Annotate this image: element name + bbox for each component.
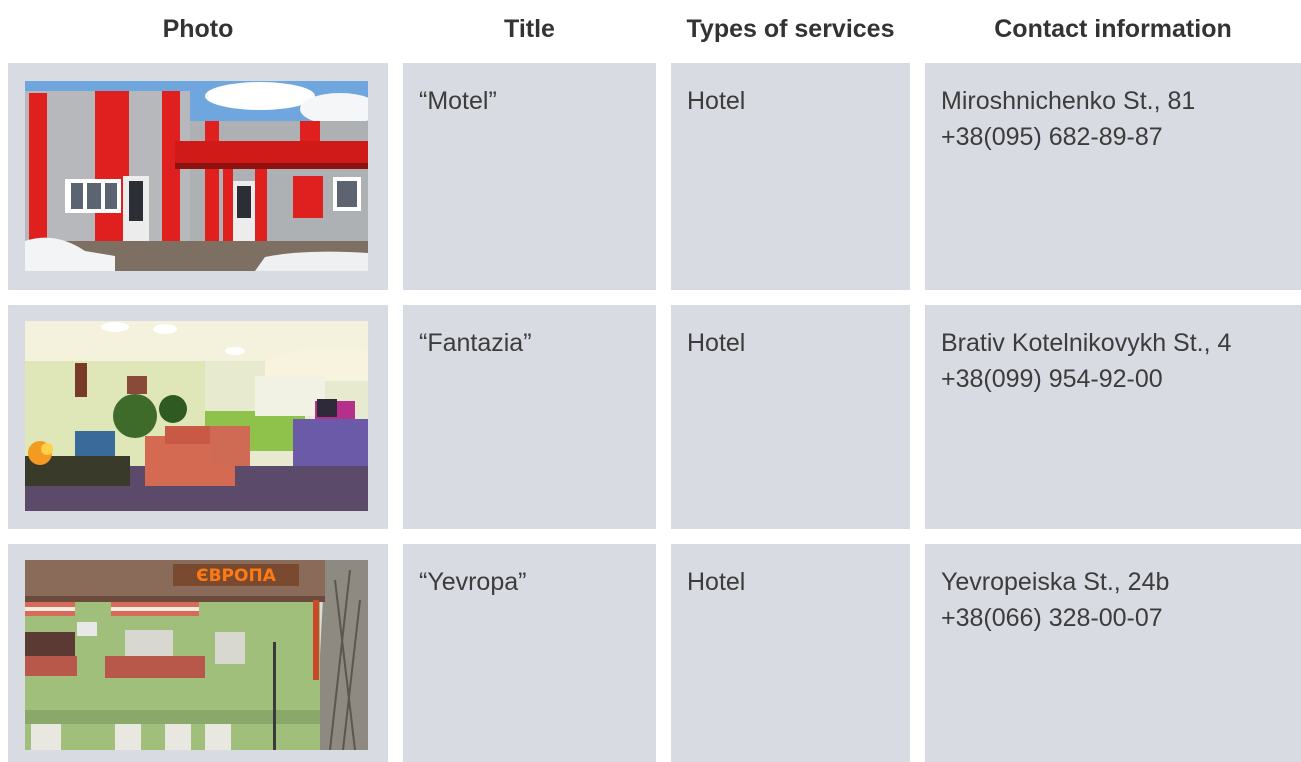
contact-phone: +38(066) 328-00-07 xyxy=(941,604,1163,632)
service-type: Hotel xyxy=(687,329,746,357)
table-row-contact-cell: Brativ Kotelnikovykh St., 4 +38(099) 954… xyxy=(925,305,1301,529)
hotel-title: “Motel” xyxy=(419,87,497,115)
motel-photo xyxy=(25,81,368,271)
header-services: Types of services xyxy=(686,14,895,43)
table-row-services-cell: Hotel xyxy=(671,544,910,762)
hotel-title: “Yevropa” xyxy=(419,568,527,596)
contact-address: Miroshnichenko St., 81 xyxy=(941,87,1196,115)
service-type: Hotel xyxy=(687,87,746,115)
header-photo: Photo xyxy=(162,14,234,43)
table-row-title-cell: “Yevropa” xyxy=(403,544,656,762)
table-row-services-cell: Hotel xyxy=(671,305,910,529)
hotel-title: “Fantazia” xyxy=(419,329,532,357)
contact-address: Yevropeiska St., 24b xyxy=(941,568,1170,596)
yevropa-photo: ЄВРОПА xyxy=(25,560,368,750)
contact-address: Brativ Kotelnikovykh St., 4 xyxy=(941,329,1232,357)
table-row-title-cell: “Fantazia” xyxy=(403,305,656,529)
table-row-contact-cell: Miroshnichenko St., 81 +38(095) 682-89-8… xyxy=(925,63,1301,290)
contact-phone: +38(099) 954-92-00 xyxy=(941,365,1163,393)
fantazia-photo xyxy=(25,321,368,511)
service-type: Hotel xyxy=(687,568,746,596)
header-contact: Contact information xyxy=(994,14,1232,43)
table-row-photo-cell xyxy=(8,305,388,529)
table-row-contact-cell: Yevropeiska St., 24b +38(066) 328-00-07 xyxy=(925,544,1301,762)
yevropa-sign: ЄВРОПА xyxy=(196,566,277,586)
contact-phone: +38(095) 682-89-87 xyxy=(941,123,1163,151)
table-row-services-cell: Hotel xyxy=(671,63,910,290)
header-title: Title xyxy=(504,14,555,43)
table-row-photo-cell xyxy=(8,63,388,290)
table-row-photo-cell: ЄВРОПА xyxy=(8,544,388,762)
table-row-title-cell: “Motel” xyxy=(403,63,656,290)
